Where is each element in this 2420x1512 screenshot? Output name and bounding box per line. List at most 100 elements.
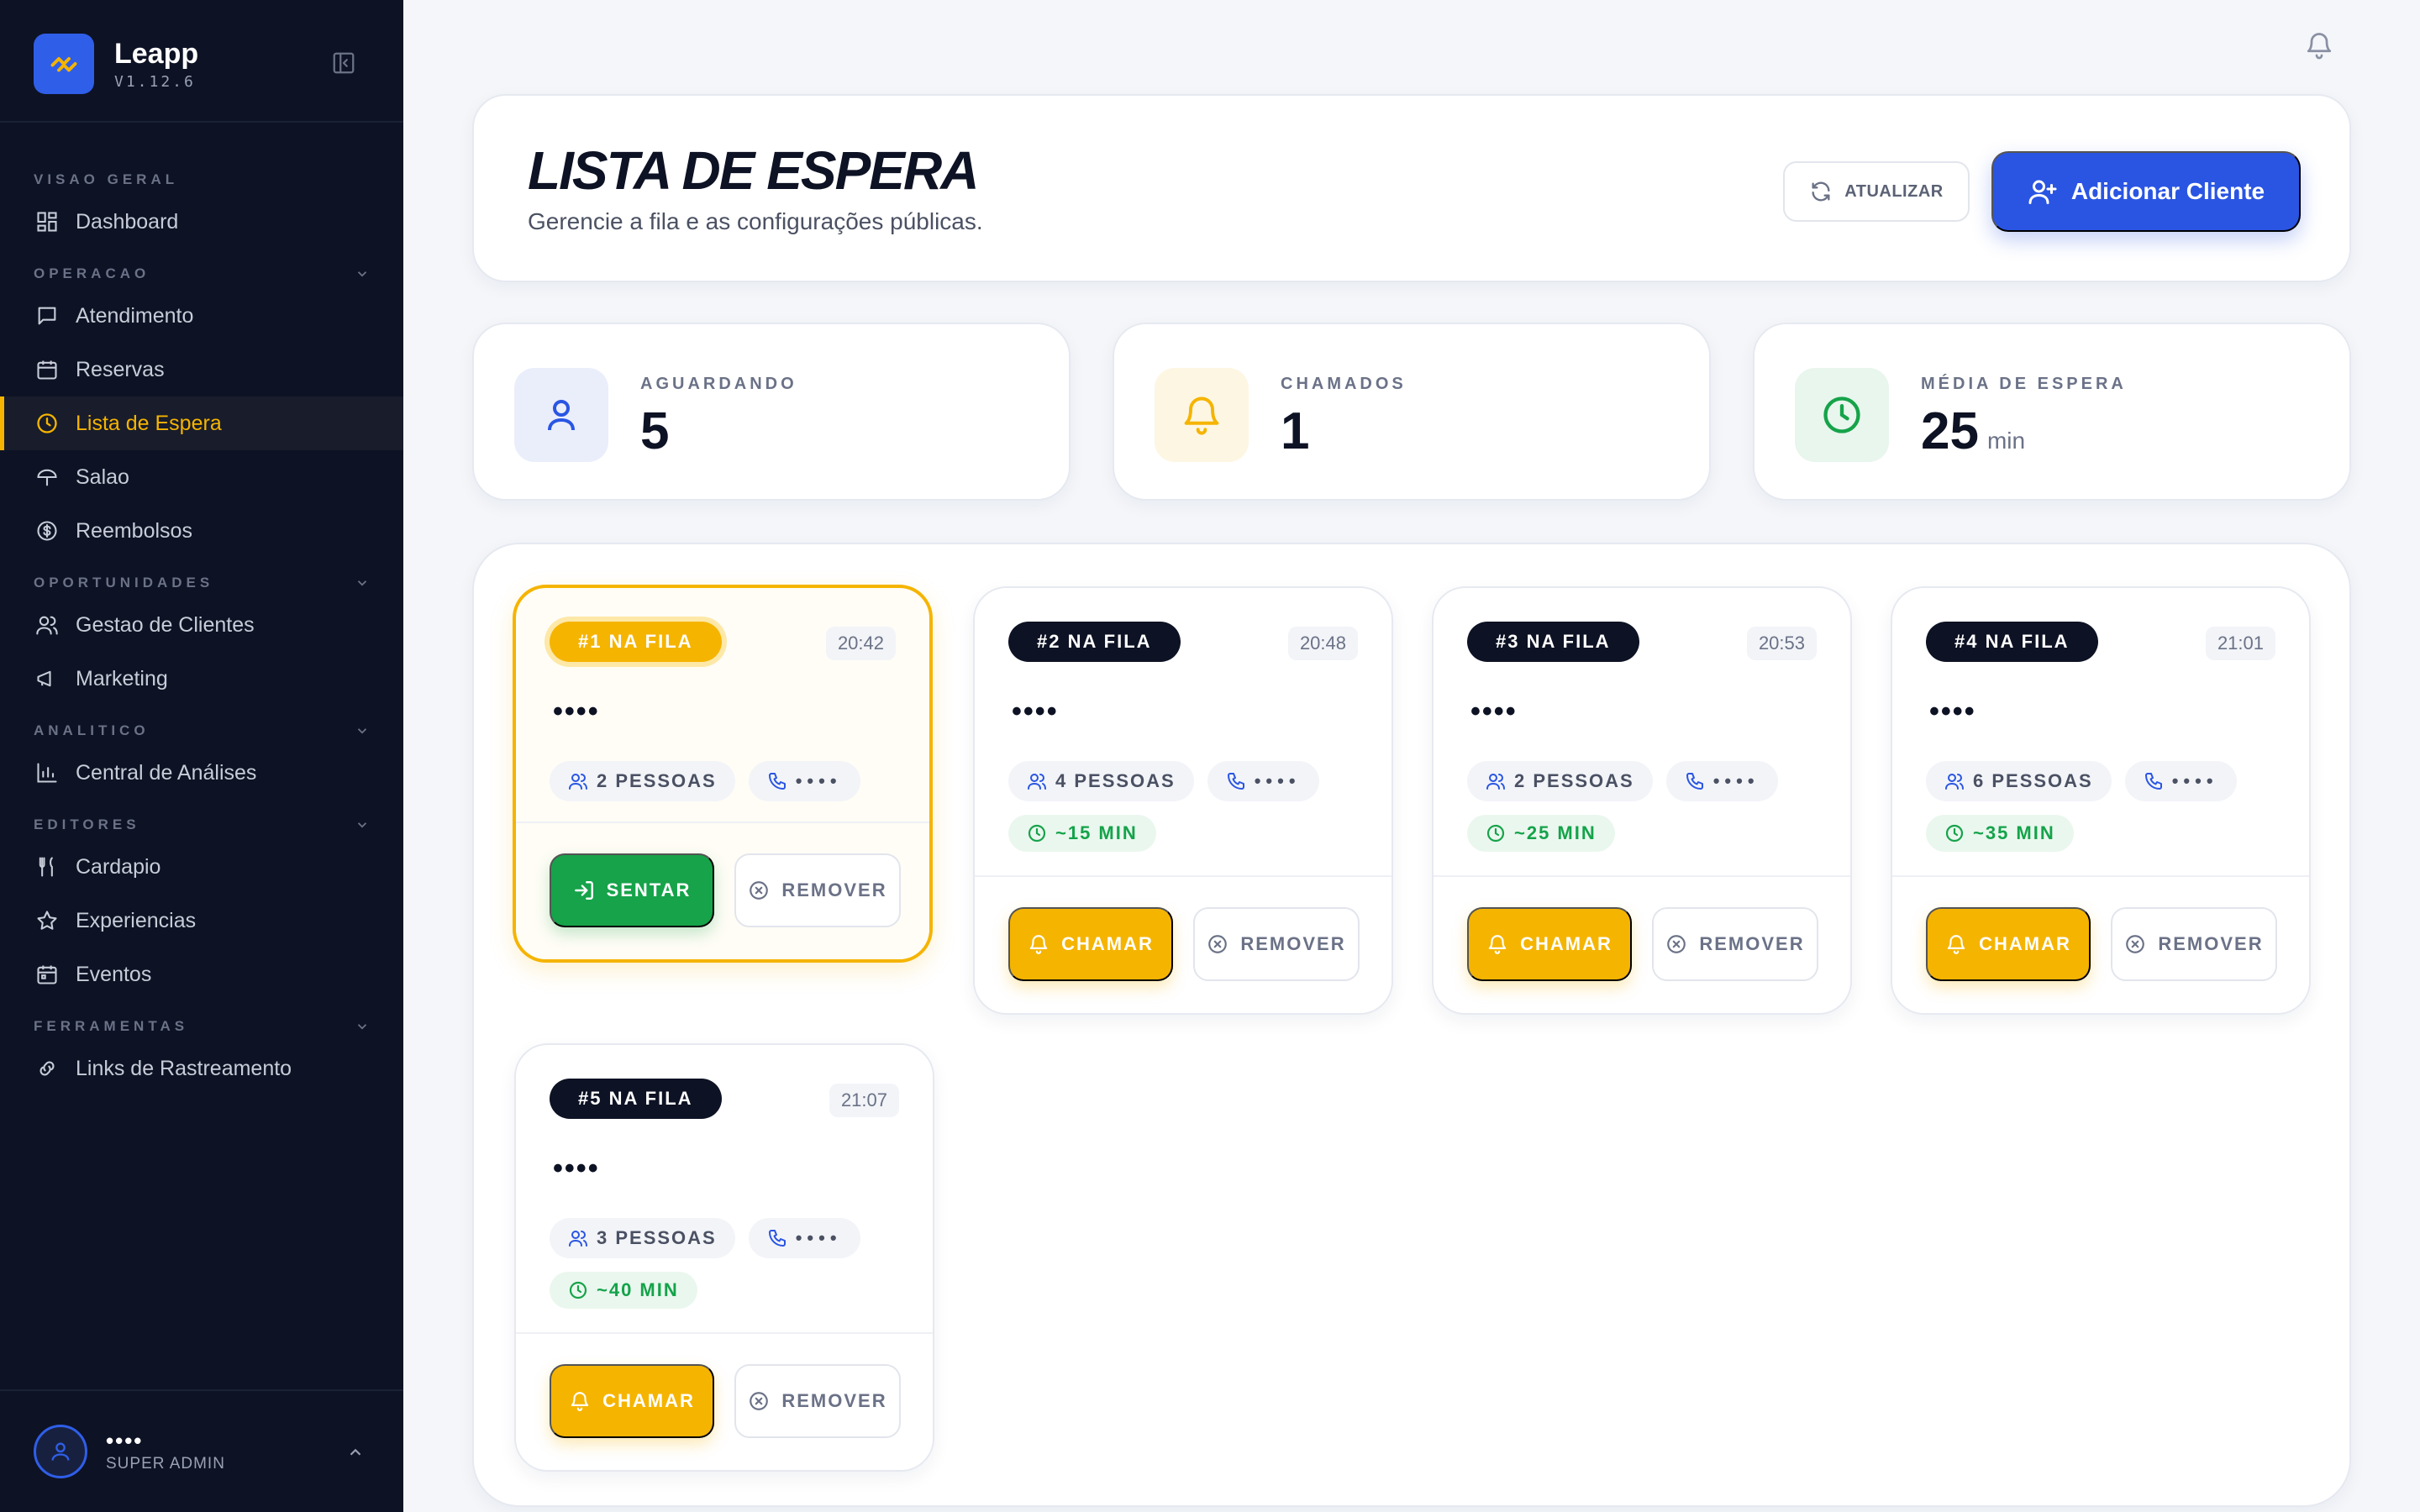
arrival-time: 20:48	[1287, 627, 1358, 660]
section-visao-geral: VISAO GERAL	[34, 171, 179, 187]
avatar	[34, 1425, 87, 1478]
sidebar-item-links-de-rastreamento[interactable]: Links de Rastreamento	[0, 1042, 403, 1095]
queue-card: #2 NA FILA 20:48 •••• 4 PESSOAS •••• ~15…	[973, 586, 1393, 1015]
users-icon	[1486, 774, 1505, 790]
users-icon	[34, 612, 60, 638]
section-editores[interactable]: EDITORES	[0, 810, 403, 840]
sidebar-item-experiencias[interactable]: Experiencias	[0, 894, 403, 948]
sidebar-item-atendimento[interactable]: Atendimento	[0, 289, 403, 343]
sidebar-item-label: Lista de Espera	[76, 411, 222, 435]
remove-button[interactable]: REMOVER	[734, 1364, 901, 1438]
dashboard-icon	[34, 208, 60, 235]
phone-icon	[2144, 773, 2162, 790]
section-operacao[interactable]: OPERACAO	[0, 259, 403, 289]
chevron-down-icon	[357, 822, 367, 828]
chevron-down-icon	[357, 271, 367, 277]
refresh-button[interactable]: ATUALIZAR	[1783, 161, 1970, 222]
call-button[interactable]: CHAMAR	[1467, 907, 1632, 981]
brand-name: Leapp	[114, 37, 199, 70]
seat-button[interactable]: SENTAR	[550, 853, 714, 927]
stat-value: 1	[1281, 402, 1310, 460]
notifications-bell-icon[interactable]	[2302, 29, 2336, 62]
bell-icon	[571, 1392, 589, 1411]
sidebar-item-label: Experiencias	[76, 908, 197, 932]
sidebar-item-marketing[interactable]: Marketing	[0, 652, 403, 706]
stat-avg-wait: MÉDIA DE ESPERA 25 min	[1753, 323, 2351, 501]
user-menu[interactable]: •••• SUPER ADMIN	[0, 1389, 403, 1512]
phone-chip[interactable]: ••••	[1665, 761, 1778, 801]
phone-chip[interactable]: ••••	[2124, 761, 2237, 801]
phone-chip[interactable]: ••••	[748, 761, 860, 801]
chat-icon	[34, 302, 60, 329]
refresh-icon	[1812, 181, 1830, 202]
phone-chip[interactable]: ••••	[1207, 761, 1319, 801]
position-badge: #3 NA FILA	[1467, 622, 1639, 662]
sidebar-item-salao[interactable]: Salao	[0, 450, 403, 504]
bar-chart-icon	[34, 759, 60, 786]
arrival-time: 21:01	[2205, 627, 2275, 660]
position-badge: #5 NA FILA	[550, 1079, 722, 1119]
remove-button[interactable]: REMOVER	[1652, 907, 1818, 981]
customer-name: ••••	[1470, 696, 1518, 727]
calendar-icon	[34, 356, 60, 383]
brand-version: V1.12.6	[114, 72, 196, 91]
sidebar-item-reembolsos[interactable]: Reembolsos	[0, 504, 403, 558]
stat-label: MÉDIA DE ESPERA	[1921, 375, 2127, 393]
sidebar-item-label: Cardapio	[76, 854, 161, 879]
section-oportunidades[interactable]: OPORTUNIDADES	[0, 568, 403, 598]
add-client-button[interactable]: Adicionar Cliente	[1991, 151, 2301, 232]
users-icon	[569, 1231, 587, 1247]
users-icon	[1945, 774, 1964, 790]
utensils-icon	[34, 853, 60, 880]
sidebar-item-label: Marketing	[76, 666, 168, 690]
chevron-down-icon	[357, 1024, 367, 1030]
page-subtitle: Gerencie a fila e as configurações públi…	[528, 208, 983, 234]
sidebar-item-lista-de-espera[interactable]: Lista de Espera	[0, 396, 403, 450]
clock-icon	[1795, 368, 1889, 462]
chevron-down-icon	[357, 580, 367, 586]
sidebar-item-label: Central de Análises	[76, 760, 257, 785]
remove-button[interactable]: REMOVER	[734, 853, 901, 927]
party-size-chip: 3 PESSOAS	[550, 1218, 735, 1258]
user-plus-icon	[2028, 180, 2057, 204]
stat-label: AGUARDANDO	[640, 375, 797, 393]
sign-in-icon	[574, 881, 593, 900]
sidebar-item-cardapio[interactable]: Cardapio	[0, 840, 403, 894]
arrival-time: 21:07	[829, 1084, 899, 1117]
stat-label: CHAMADOS	[1281, 375, 1407, 393]
sidebar-item-label: Dashboard	[76, 209, 179, 234]
chevron-down-icon	[357, 728, 367, 734]
call-button[interactable]: CHAMAR	[550, 1364, 714, 1438]
call-button[interactable]: CHAMAR	[1926, 907, 2091, 981]
remove-button[interactable]: REMOVER	[2111, 907, 2277, 981]
sidebar-item-label: Reservas	[76, 357, 165, 381]
sidebar-item-reservas[interactable]: Reservas	[0, 343, 403, 396]
sidebar-collapse-icon[interactable]	[329, 49, 358, 77]
clock-icon	[34, 410, 60, 437]
sidebar-item-eventos[interactable]: Eventos	[0, 948, 403, 1001]
sidebar-item-dashboard[interactable]: Dashboard	[0, 195, 403, 249]
phone-icon	[1686, 773, 1703, 790]
sidebar-item-label: Salao	[76, 465, 129, 489]
party-size-chip: 2 PESSOAS	[550, 761, 735, 801]
nav: VISAO GERAL Dashboard OPERACAO Atendimen…	[0, 165, 403, 1095]
stat-called: CHAMADOS 1	[1113, 323, 1711, 501]
arrival-time: 20:53	[1746, 627, 1817, 660]
users-icon	[1028, 774, 1046, 790]
clock-icon	[1028, 824, 1046, 843]
refresh-label: ATUALIZAR	[1844, 181, 1944, 201]
chevron-up-icon	[350, 1448, 361, 1456]
position-badge: #4 NA FILA	[1926, 622, 2098, 662]
section-ferramentas[interactable]: FERRAMENTAS	[0, 1011, 403, 1042]
call-button[interactable]: CHAMAR	[1008, 907, 1173, 981]
section-analitico[interactable]: ANALITICO	[0, 716, 403, 746]
remove-button[interactable]: REMOVER	[1193, 907, 1360, 981]
customer-name: ••••	[553, 696, 600, 727]
sidebar-item-central-de-analises[interactable]: Central de Análises	[0, 746, 403, 800]
party-size-chip: 4 PESSOAS	[1008, 761, 1194, 801]
sidebar-item-label: Reembolsos	[76, 518, 192, 543]
brand[interactable]: Leapp V1.12.6	[34, 34, 198, 94]
phone-chip[interactable]: ••••	[748, 1218, 860, 1258]
users-icon	[569, 774, 587, 790]
sidebar-item-gestao-de-clientes[interactable]: Gestao de Clientes	[0, 598, 403, 652]
